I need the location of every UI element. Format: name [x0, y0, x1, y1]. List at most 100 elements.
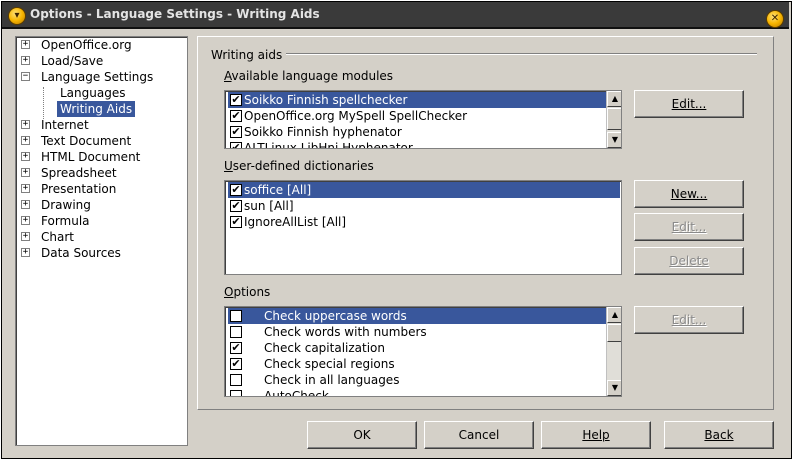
tree-item-spreadsheet[interactable]: + Spreadsheet	[16, 165, 186, 181]
list-item-label: AutoCheck	[264, 389, 329, 397]
tree-item-chart[interactable]: + Chart	[16, 229, 186, 245]
list-item[interactable]: ✔ IgnoreAllList [All]	[228, 214, 620, 230]
list-item[interactable]: ✔ Soikko Finnish spellchecker	[228, 92, 606, 108]
checkbox[interactable]: ✔	[230, 358, 242, 370]
cancel-button[interactable]: Cancel	[424, 421, 534, 449]
options-scrollbar[interactable]: ▲ ▼	[606, 307, 621, 396]
expand-icon[interactable]: +	[21, 184, 30, 193]
list-item[interactable]: ✔ ALTLinux LibHnj Hyphenator	[228, 140, 606, 149]
category-tree[interactable]: + OpenOffice.org + Load/Save − Language …	[15, 36, 188, 446]
dictionaries-list[interactable]: ✔ soffice [All] ✔ sun [All] ✔ IgnoreAllL…	[224, 180, 622, 275]
scroll-up-icon[interactable]: ▲	[607, 91, 621, 107]
tree-item-label: Writing Aids	[57, 101, 136, 117]
tree-item-label: Chart	[41, 230, 74, 244]
close-icon[interactable]: ✕	[766, 10, 784, 28]
expand-icon[interactable]: +	[21, 248, 30, 257]
tree-item-label: Formula	[41, 214, 90, 228]
expand-icon[interactable]: +	[21, 136, 30, 145]
tree-item-writing-aids[interactable]: Writing Aids	[16, 101, 186, 117]
list-item[interactable]: Check in all languages	[228, 372, 606, 388]
checkbox[interactable]	[230, 374, 242, 386]
list-item-label: OpenOffice.org MySpell SpellChecker	[244, 109, 468, 123]
tree-item-label: Presentation	[41, 182, 117, 196]
list-item-label: Check uppercase words	[264, 309, 407, 323]
tree-item-label: Load/Save	[41, 54, 104, 68]
checkbox[interactable]: ✔	[230, 216, 242, 228]
tree-item-label: Text Document	[41, 134, 132, 148]
list-item[interactable]: ✔ Check capitalization	[228, 340, 606, 356]
tree-item-label: Drawing	[41, 198, 91, 212]
checkbox[interactable]: ✔	[230, 142, 242, 148]
options-list[interactable]: Check uppercase words Check words with n…	[224, 306, 622, 397]
modules-edit-button[interactable]: Edit...	[634, 90, 744, 118]
dictionary-edit-button[interactable]: Edit...	[634, 213, 744, 241]
scroll-down-icon[interactable]: ▼	[607, 380, 621, 396]
tree-item-internet[interactable]: + Internet	[16, 117, 186, 133]
tree-item-html-document[interactable]: + HTML Document	[16, 149, 186, 165]
list-item[interactable]: ✔ sun [All]	[228, 198, 620, 214]
checkbox[interactable]: ✔	[230, 342, 242, 354]
dictionary-delete-button[interactable]: Delete	[634, 247, 744, 275]
scroll-down-icon[interactable]: ▼	[607, 132, 621, 148]
list-item-label: Check capitalization	[264, 341, 385, 355]
dictionaries-label: User-defined dictionaries	[224, 159, 374, 173]
tree-item-formula[interactable]: + Formula	[16, 213, 186, 229]
expand-icon[interactable]: +	[21, 168, 30, 177]
tree-item-label: Languages	[60, 86, 126, 100]
checkbox[interactable]	[230, 326, 242, 338]
expand-icon[interactable]: +	[21, 56, 30, 65]
tree-item-drawing[interactable]: + Drawing	[16, 197, 186, 213]
options-edit-button[interactable]: Edit...	[634, 306, 744, 334]
list-item[interactable]: ✔ OpenOffice.org MySpell SpellChecker	[228, 108, 606, 124]
scroll-thumb[interactable]	[607, 324, 621, 342]
list-item-label: Check words with numbers	[264, 325, 427, 339]
ok-button[interactable]: OK	[307, 421, 417, 449]
tree-item-data-sources[interactable]: + Data Sources	[16, 245, 186, 261]
expand-icon[interactable]: +	[21, 232, 30, 241]
back-button[interactable]: Back	[664, 421, 774, 449]
list-item[interactable]: Check uppercase words	[228, 308, 606, 324]
scroll-up-icon[interactable]: ▲	[607, 307, 621, 323]
tree-item-label: OpenOffice.org	[41, 38, 132, 52]
checkbox[interactable]: ✔	[230, 126, 242, 138]
list-item[interactable]: Check words with numbers	[228, 324, 606, 340]
checkbox[interactable]: ✔	[230, 110, 242, 122]
list-item[interactable]: AutoCheck	[228, 388, 606, 397]
list-item-label: soffice [All]	[244, 183, 312, 197]
window-menu-icon[interactable]: ▾	[8, 7, 26, 25]
checkbox[interactable]: ✔	[230, 200, 242, 212]
checkbox[interactable]: ✔	[230, 94, 242, 106]
list-item-label: Check in all languages	[264, 373, 400, 387]
expand-icon[interactable]: +	[21, 200, 30, 209]
tree-item-label: HTML Document	[41, 150, 141, 164]
tree-item-languages[interactable]: Languages	[16, 85, 186, 101]
collapse-icon[interactable]: −	[21, 72, 30, 81]
list-item[interactable]: ✔ soffice [All]	[228, 182, 620, 198]
tree-item-load-save[interactable]: + Load/Save	[16, 53, 186, 69]
tree-item-label: Spreadsheet	[41, 166, 117, 180]
expand-icon[interactable]: +	[21, 40, 30, 49]
dictionary-new-button[interactable]: New...	[634, 180, 744, 208]
list-item[interactable]: ✔ Check special regions	[228, 356, 606, 372]
expand-icon[interactable]: +	[21, 152, 30, 161]
scroll-thumb[interactable]	[607, 108, 621, 130]
tree-item-label: Internet	[41, 118, 89, 132]
checkbox[interactable]	[230, 390, 242, 396]
expand-icon[interactable]: +	[21, 120, 30, 129]
help-button[interactable]: Help	[541, 421, 651, 449]
tree-item-label: Language Settings	[41, 70, 154, 84]
checkbox[interactable]: ✔	[230, 184, 242, 196]
window-title: Options - Language Settings - Writing Ai…	[30, 7, 320, 21]
expand-icon[interactable]: +	[21, 216, 30, 225]
modules-scrollbar[interactable]: ▲ ▼	[606, 91, 621, 148]
list-item-label: ALTLinux LibHnj Hyphenator	[244, 141, 413, 149]
list-item[interactable]: ✔ Soikko Finnish hyphenator	[228, 124, 606, 140]
tree-item-presentation[interactable]: + Presentation	[16, 181, 186, 197]
list-item-label: Soikko Finnish hyphenator	[244, 125, 402, 139]
checkbox[interactable]	[230, 310, 242, 322]
language-modules-list[interactable]: ✔ Soikko Finnish spellchecker ✔ OpenOffi…	[224, 90, 622, 149]
title-bar[interactable]: ▾ Options - Language Settings - Writing …	[2, 2, 789, 29]
tree-item-text-document[interactable]: + Text Document	[16, 133, 186, 149]
tree-item-language-settings[interactable]: − Language Settings	[16, 69, 186, 85]
tree-item-openoffice[interactable]: + OpenOffice.org	[16, 37, 186, 53]
